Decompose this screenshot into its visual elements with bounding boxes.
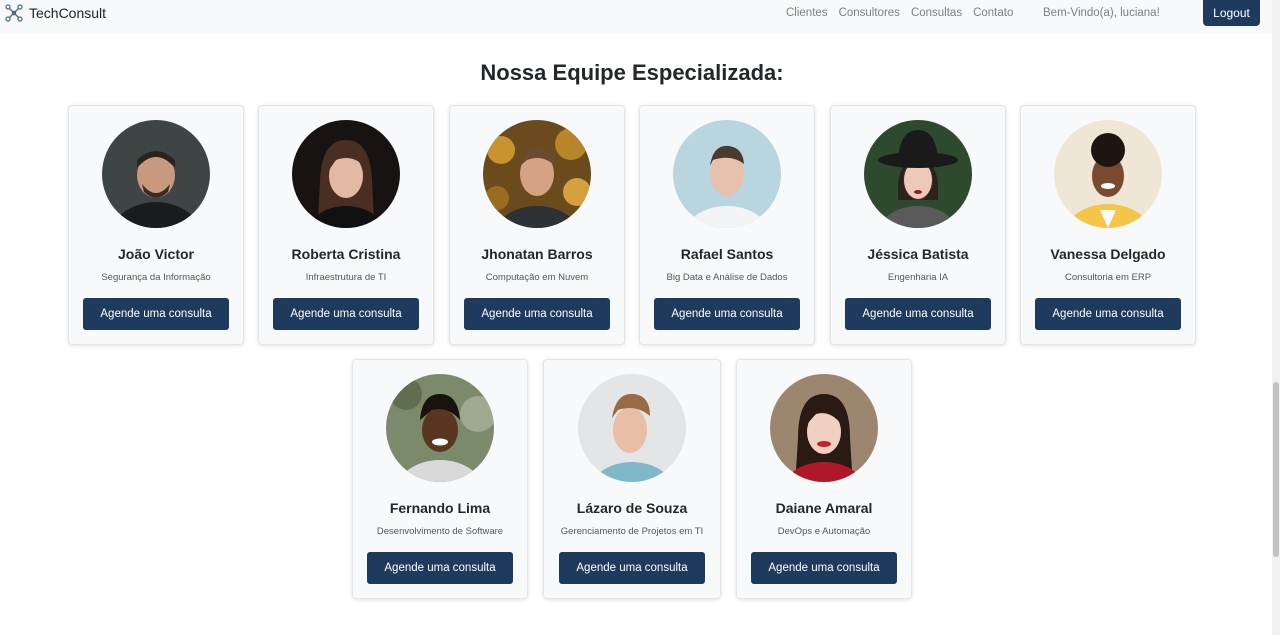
consultant-photo (673, 120, 781, 228)
consultant-name: Jhonatan Barros (481, 246, 593, 262)
consultant-name: Vanessa Delgado (1050, 246, 1166, 262)
consultant-specialty: Engenharia IA (887, 272, 949, 283)
book-consultation-button[interactable]: Agende uma consulta (559, 552, 705, 584)
consultant-name: Jéssica Batista (867, 246, 969, 262)
consultant-photo (102, 120, 210, 228)
consultant-photo (864, 120, 972, 228)
nav-link-consultas[interactable]: Consultas (911, 6, 962, 20)
book-consultation-button[interactable]: Agende uma consulta (845, 298, 991, 330)
consultant-name: Rafael Santos (680, 246, 774, 262)
book-consultation-button[interactable]: Agende uma consulta (464, 298, 610, 330)
brand-link[interactable]: TechConsult (4, 3, 106, 23)
book-consultation-button[interactable]: Agende uma consulta (367, 552, 513, 584)
book-consultation-button[interactable]: Agende uma consulta (751, 552, 897, 584)
consultant-card: João Victor Segurança da Informação Agen… (68, 105, 244, 345)
consultant-photo (770, 374, 878, 482)
consultant-card: Rafael Santos Big Data e Análise de Dado… (639, 105, 815, 345)
consultant-specialty: DevOps e Automação (777, 526, 871, 537)
consultant-photo (1054, 120, 1162, 228)
user-greeting: Bem-Vindo(a), luciana! (1043, 7, 1160, 19)
consultant-name: Lázaro de Souza (576, 500, 688, 516)
logout-button[interactable]: Logout (1203, 0, 1260, 26)
consultant-name: Fernando Lima (389, 500, 491, 516)
consultant-card: Fernando Lima Desenvolvimento de Softwar… (352, 359, 528, 599)
brand-name: TechConsult (29, 5, 107, 21)
consultant-specialty: Gerenciamento de Projetos em TI (560, 526, 704, 537)
consultant-specialty: Desenvolvimento de Software (376, 526, 504, 537)
page-scrollbar[interactable] (1272, 0, 1280, 635)
consultant-card: Vanessa Delgado Consultoria em ERP Agend… (1020, 105, 1196, 345)
book-consultation-button[interactable]: Agende uma consulta (273, 298, 419, 330)
top-navbar: TechConsult Clientes Consultores Consult… (0, 0, 1272, 33)
consultant-card: Jéssica Batista Engenharia IA Agende uma… (830, 105, 1006, 345)
consultant-photo (483, 120, 591, 228)
scrollbar-thumb[interactable] (1273, 382, 1279, 557)
book-consultation-button[interactable]: Agende uma consulta (1035, 298, 1181, 330)
consultant-card: Roberta Cristina Infraestrutura de TI Ag… (258, 105, 434, 345)
consultant-card: Daiane Amaral DevOps e Automação Agende … (736, 359, 912, 599)
consultant-name: Roberta Cristina (291, 246, 401, 262)
nav-links: Clientes Consultores Consultas Contato (786, 6, 1024, 20)
consultant-name: João Victor (118, 246, 194, 262)
consultant-photo (292, 120, 400, 228)
nav-link-clientes[interactable]: Clientes (786, 6, 828, 20)
consultant-specialty: Infraestrutura de TI (305, 272, 387, 283)
consultant-specialty: Segurança da Informação (101, 272, 211, 283)
consultant-card: Jhonatan Barros Computação em Nuvem Agen… (449, 105, 625, 345)
network-nodes-icon (4, 3, 24, 23)
consultant-card: Lázaro de Souza Gerenciamento de Projeto… (543, 359, 721, 599)
consultant-name: Daiane Amaral (775, 500, 873, 516)
page-title: Nossa Equipe Especializada: (480, 60, 784, 85)
consultant-specialty: Big Data e Análise de Dados (666, 272, 788, 283)
consultant-specialty: Computação em Nuvem (485, 272, 589, 283)
book-consultation-button[interactable]: Agende uma consulta (83, 298, 229, 330)
consultant-photo (386, 374, 494, 482)
consultant-photo (578, 374, 686, 482)
nav-link-consultores[interactable]: Consultores (839, 6, 900, 20)
consultant-specialty: Consultoria em ERP (1064, 272, 1152, 283)
nav-link-contato[interactable]: Contato (973, 6, 1013, 20)
book-consultation-button[interactable]: Agende uma consulta (654, 298, 800, 330)
